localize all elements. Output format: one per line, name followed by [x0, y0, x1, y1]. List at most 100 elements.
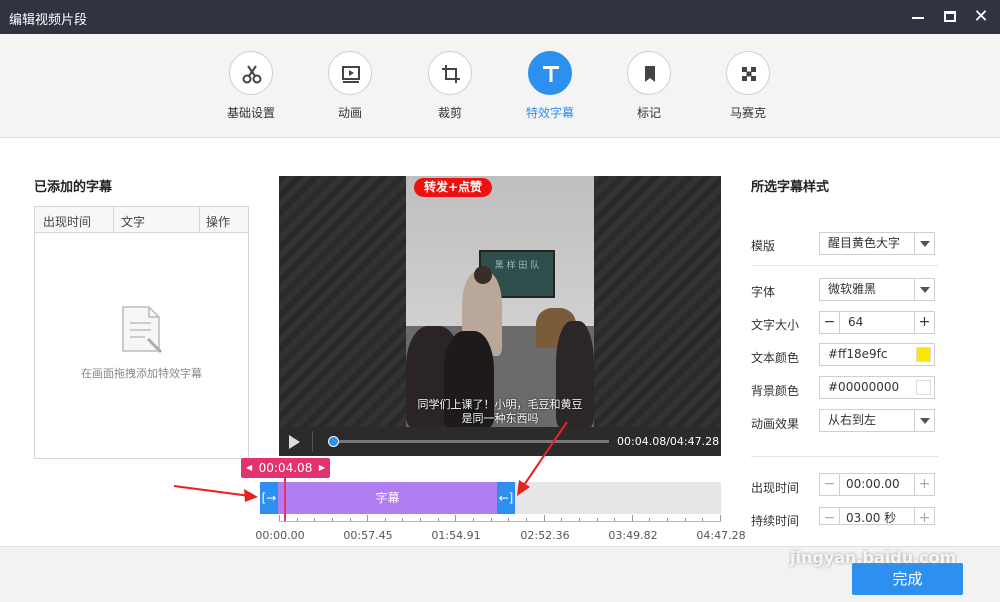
caret-left-icon: ◀ [246, 463, 253, 472]
ruler-tick [543, 515, 545, 521]
ruler-tick [596, 518, 598, 521]
ruler-tick [314, 518, 316, 521]
tool-tabs: 基础设置 动画 裁剪 特效字幕 标记 马赛克 [0, 34, 1000, 138]
mosaic-icon [726, 51, 770, 95]
tab-mosaic[interactable]: 马赛克 [708, 51, 788, 121]
ruler-tick [578, 518, 580, 521]
ruler-tick [455, 515, 457, 521]
column-divider [113, 207, 114, 233]
added-subtitles-title: 已添加的字幕 [34, 180, 113, 195]
minimize-button[interactable] [906, 5, 930, 29]
size-stepper[interactable]: − 64 + [819, 311, 935, 334]
subtitle-list-header: 出现时间 文字 操作 [35, 207, 248, 233]
increase-button[interactable]: + [914, 312, 934, 333]
tab-label: 马赛克 [729, 106, 766, 120]
column-divider [199, 207, 200, 233]
progress-handle[interactable] [327, 436, 339, 447]
text-color-label: 文本颜色 [751, 351, 800, 365]
divider [312, 431, 313, 452]
subtitle-clip[interactable]: [→ 字幕 ←] [260, 482, 515, 514]
duration-stepper[interactable]: − 03.00 秒 + [819, 507, 935, 525]
start-time-label: 出现时间 [751, 481, 800, 495]
crop-icon [428, 51, 472, 95]
close-icon: ✕ [973, 6, 989, 27]
decrease-button[interactable]: − [820, 508, 840, 524]
tab-markers[interactable]: 标记 [609, 51, 689, 121]
subtitle-list: 出现时间 文字 操作 在画面拖拽添加特效字幕 [34, 206, 249, 459]
scene-teacher-head [474, 266, 492, 284]
timeline-tick-label: 03:49.82 [608, 529, 658, 542]
ruler-tick [614, 518, 616, 521]
ruler-tick [367, 515, 369, 521]
ruler-tick [631, 515, 633, 521]
empty-hint: 在画面拖拽添加特效字幕 [81, 367, 202, 380]
ruler-tick [349, 518, 351, 521]
tab-label: 基础设置 [226, 106, 275, 120]
playback-controls: 00:04.08/04:47.28 [279, 427, 721, 456]
timeline-tick-label: 01:54.91 [431, 529, 481, 542]
column-header-text: 文字 [121, 215, 146, 229]
minimize-icon [912, 17, 924, 19]
duration-label: 持续时间 [751, 514, 800, 528]
ruler-tick [279, 515, 280, 521]
done-button[interactable]: 完成 [852, 563, 963, 595]
window-title: 编辑视频片段 [9, 13, 88, 28]
ruler-tick [720, 515, 721, 521]
timeline-tick-label: 00:00.00 [255, 529, 305, 542]
font-value: 微软雅黑 [828, 282, 877, 296]
tab-animation[interactable]: 动画 [310, 51, 390, 121]
ruler-tick [420, 518, 422, 521]
close-button[interactable]: ✕ [969, 5, 993, 29]
annotation-arrow [173, 485, 258, 502]
chevron-down-icon [914, 279, 934, 300]
tab-basic-settings[interactable]: 基础设置 [211, 51, 291, 121]
start-time-value: 00:00.00 [846, 477, 900, 491]
template-select[interactable]: 醒目黄色大字 [819, 232, 935, 255]
tab-crop[interactable]: 裁剪 [410, 51, 490, 121]
scissors-icon [229, 51, 273, 95]
decrease-button[interactable]: − [820, 474, 840, 495]
clip-label: 字幕 [375, 491, 400, 505]
decrease-button[interactable]: − [820, 312, 840, 333]
bg-color-field[interactable]: #00000000 [819, 376, 935, 399]
color-swatch[interactable] [916, 380, 931, 395]
ruler-tick [508, 518, 510, 521]
duration-value: 03.00 秒 [846, 511, 897, 525]
timeline-ruler [279, 515, 721, 522]
maximize-icon [944, 11, 956, 22]
increase-button[interactable]: + [914, 474, 934, 495]
ruler-tick [384, 518, 386, 521]
ruler-tick [331, 518, 333, 521]
ruler-tick [490, 518, 492, 521]
play-icon[interactable] [289, 435, 300, 449]
text-color-value: #ff18e9fc [828, 347, 888, 361]
video-badge: 转发+点赞 [414, 178, 493, 197]
font-label: 字体 [751, 285, 776, 299]
template-label: 模版 [751, 239, 776, 253]
increase-button[interactable]: + [914, 508, 934, 524]
tab-effect-subtitles[interactable]: 特效字幕 [510, 51, 590, 121]
timeline-tick-label: 04:47.28 [696, 529, 746, 542]
start-time-stepper[interactable]: − 00:00.00 + [819, 473, 935, 496]
playhead-marker[interactable]: ◀ 00:04.08 ▶ [241, 458, 330, 478]
video-preview[interactable]: 黑 样 田 队 转发+点赞 同学们上课了！小明，毛豆和黄豆 是同一种东西吗 00… [279, 176, 721, 456]
text-color-field[interactable]: #ff18e9fc [819, 343, 935, 366]
template-value: 醒目黄色大字 [828, 236, 901, 250]
ruler-tick [473, 518, 475, 521]
column-header-time: 出现时间 [43, 215, 92, 229]
column-header-action: 操作 [206, 215, 231, 229]
play-frame-icon [328, 51, 372, 95]
animation-value: 从右到左 [828, 413, 877, 427]
bg-color-label: 背景颜色 [751, 384, 800, 398]
annotation-arrow [517, 421, 568, 496]
ruler-tick [402, 518, 404, 521]
ruler-tick [525, 518, 527, 521]
playback-time: 00:04.08/04:47.28 [617, 435, 720, 448]
chevron-down-icon [914, 410, 934, 431]
chevron-down-icon [914, 233, 934, 254]
color-swatch[interactable] [916, 347, 931, 362]
font-select[interactable]: 微软雅黑 [819, 278, 935, 301]
caret-right-icon: ▶ [318, 463, 325, 472]
animation-select[interactable]: 从右到左 [819, 409, 935, 432]
maximize-button[interactable] [938, 5, 962, 29]
